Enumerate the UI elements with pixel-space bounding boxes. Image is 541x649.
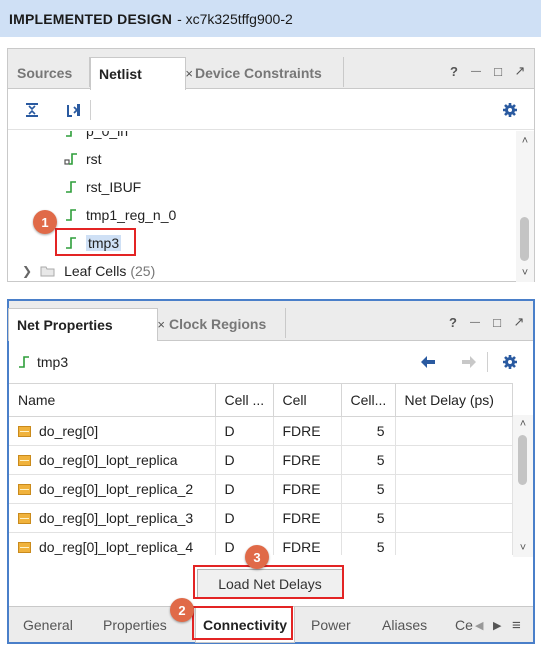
window-controls: ? — □ ↗	[447, 312, 525, 332]
net-icon	[66, 181, 76, 193]
tab-properties[interactable]: Properties	[103, 607, 167, 643]
window-title-bar: IMPLEMENTED DESIGN - xc7k325tffg900-2	[0, 0, 541, 37]
tab-aliases[interactable]: Aliases	[382, 607, 427, 643]
minimize-icon[interactable]: —	[469, 317, 481, 328]
tree-item-net[interactable]: rst	[64, 147, 102, 171]
scroll-thumb[interactable]	[520, 217, 529, 261]
callout-highlight-tmp3	[55, 228, 136, 256]
float-icon[interactable]: ↗	[514, 63, 526, 79]
forward-arrow-icon[interactable]	[459, 352, 479, 372]
table-row[interactable]: do_reg[0]_lopt_replica_2 D FDRE 5	[9, 474, 513, 504]
table-row[interactable]: do_reg[0] D FDRE 5	[9, 416, 513, 446]
register-icon	[18, 425, 31, 437]
net-icon	[19, 356, 29, 368]
settings-icon[interactable]	[500, 100, 520, 120]
close-tab-icon[interactable]: ×	[185, 66, 193, 81]
scroll-thumb[interactable]	[518, 435, 527, 485]
expand-all-icon[interactable]	[64, 100, 84, 120]
callout-badge-1: 1	[33, 210, 57, 234]
column-header-name[interactable]: Name	[9, 384, 216, 417]
netlist-tabbar: Sources Netlist × Device Constraints ? —…	[8, 49, 534, 90]
connectivity-table: Name Cell ... Cell Cell... Net Delay (ps…	[9, 383, 513, 555]
tab-net-properties[interactable]: Net Properties ×	[8, 308, 165, 341]
close-tab-icon[interactable]: ×	[157, 317, 165, 332]
design-title: IMPLEMENTED DESIGN	[9, 10, 173, 27]
scroll-down-icon[interactable]: ˅	[519, 268, 531, 279]
column-header-cell[interactable]: Cell	[273, 384, 342, 417]
callout-highlight-load-delays	[193, 565, 344, 599]
settings-icon[interactable]	[500, 352, 520, 372]
tab-scroll-right-icon[interactable]: ▶	[493, 607, 501, 643]
chevron-right-icon[interactable]: ❯	[22, 264, 32, 278]
table-header-row: Name Cell ... Cell Cell... Net Delay (ps…	[9, 384, 513, 417]
properties-tabbar: Net Properties × Clock Regions ? — □ ↗	[8, 301, 533, 341]
maximize-icon[interactable]: □	[492, 64, 504, 79]
register-icon	[18, 512, 31, 524]
register-icon	[18, 483, 31, 495]
tab-general[interactable]: General	[23, 607, 73, 643]
scroll-up-icon[interactable]: ˄	[517, 419, 529, 430]
netlist-scrollbar[interactable]: ˄ ˅	[516, 131, 534, 282]
tab-list-menu-icon[interactable]: ≡	[512, 607, 521, 643]
callout-highlight-connectivity	[192, 606, 293, 640]
device-part: - xc7k325tffg900-2	[177, 10, 293, 27]
minimize-icon[interactable]: —	[470, 66, 482, 77]
column-header-cell-pin[interactable]: Cell ...	[215, 384, 274, 417]
scroll-down-icon[interactable]: ˅	[517, 543, 529, 554]
column-header-net-delay[interactable]: Net Delay (ps)	[395, 384, 513, 417]
tree-item-net[interactable]: rst_IBUF	[64, 175, 141, 199]
tab-device-constraints[interactable]: Device Constraints	[195, 57, 322, 89]
table-scrollbar[interactable]: ˄ ˅	[513, 415, 533, 557]
table-row[interactable]: do_reg[0]_lopt_replica D FDRE 5	[9, 445, 513, 475]
tab-netlist[interactable]: Netlist ×	[90, 57, 193, 90]
scroll-up-icon[interactable]: ˄	[519, 136, 531, 147]
tree-item-leaf-cells[interactable]: ❯ Leaf Cells (25)	[22, 259, 155, 281]
help-icon[interactable]: ?	[447, 315, 459, 330]
tab-power[interactable]: Power	[311, 607, 351, 643]
net-title-row: tmp3	[9, 342, 533, 382]
netlist-tree: p_0_in rst rst_IBUF tmp1_reg_n_0 tmp3 ❯ …	[8, 131, 516, 281]
callout-badge-3: 3	[245, 545, 269, 569]
maximize-icon[interactable]: □	[491, 315, 503, 330]
tree-item-net[interactable]: tmp1_reg_n_0	[64, 203, 176, 227]
tab-sources[interactable]: Sources	[17, 57, 72, 89]
tab-clock-regions[interactable]: Clock Regions	[169, 308, 266, 340]
register-icon	[18, 454, 31, 466]
callout-badge-2: 2	[170, 598, 194, 622]
net-icon	[66, 131, 72, 137]
net-name: tmp3	[37, 354, 69, 370]
help-icon[interactable]: ?	[448, 64, 460, 79]
collapse-all-icon[interactable]	[22, 100, 42, 120]
register-icon	[18, 541, 31, 553]
folder-icon	[40, 266, 55, 277]
netlist-toolbar	[8, 90, 534, 130]
tree-item-net[interactable]: p_0_in	[64, 131, 128, 143]
back-arrow-icon[interactable]	[418, 352, 438, 372]
window-controls: ? — □ ↗	[448, 61, 526, 81]
net-icon	[66, 209, 76, 221]
net-pin-icon	[64, 153, 77, 165]
tab-truncated[interactable]: Ce	[455, 607, 475, 643]
float-icon[interactable]: ↗	[513, 314, 525, 330]
column-header-cell-count[interactable]: Cell...	[341, 384, 396, 417]
tab-scroll-left-icon[interactable]: ◀	[475, 607, 483, 643]
table-row[interactable]: do_reg[0]_lopt_replica_3 D FDRE 5	[9, 503, 513, 533]
